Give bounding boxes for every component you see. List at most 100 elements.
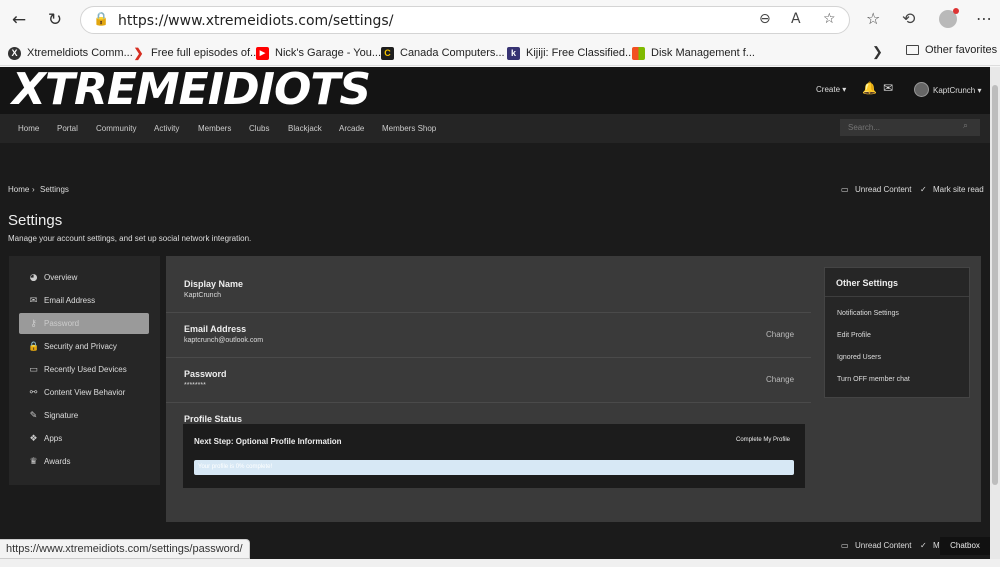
history-icon[interactable]: ⟲ [902, 9, 915, 28]
display-name-label: Display Name [184, 279, 244, 289]
profile-avatar[interactable] [939, 8, 959, 28]
complete-profile-button[interactable]: Complete My Profile [736, 437, 790, 443]
breadcrumb-current: Settings [40, 185, 69, 194]
display-name-value: KaptCrunch [184, 292, 221, 299]
envelope-icon: ✉ [29, 295, 38, 306]
nav-blackjack[interactable]: Blackjack [288, 124, 322, 133]
nav-home[interactable]: Home [18, 124, 39, 133]
nav-community[interactable]: Community [96, 124, 136, 133]
kijiji-icon: k [507, 46, 520, 60]
divider [825, 296, 969, 297]
sidebar-item-label: Overview [44, 273, 78, 282]
divider [166, 402, 811, 403]
change-password-link[interactable]: Change [766, 375, 794, 384]
url-text[interactable]: https://www.xtremeidiots.com/settings/ [118, 13, 393, 29]
page-title: Settings [8, 212, 63, 229]
youtube-icon: ▶ [256, 46, 269, 60]
favorites-icon[interactable]: ☆ [866, 9, 880, 28]
link-icon: ⚯ [29, 387, 38, 398]
lock-icon: 🔒 [93, 12, 110, 27]
arrow-icon: ❯ [133, 45, 144, 60]
sidebar-item-awards[interactable]: ♛ Awards [19, 451, 149, 472]
edit-profile-link[interactable]: Edit Profile [837, 332, 871, 339]
nav-arcade[interactable]: Arcade [339, 124, 364, 133]
lock-icon: 🔒 [28, 341, 40, 352]
bell-icon[interactable]: 🔔 [862, 81, 877, 95]
unread-content-link[interactable]: Unread Content [855, 185, 911, 194]
breadcrumb-home[interactable]: Home [8, 185, 29, 194]
trophy-icon: ♛ [29, 456, 38, 467]
nav-activity[interactable]: Activity [154, 124, 179, 133]
chatbox-button[interactable]: Chatbox [940, 537, 990, 555]
favorite-item[interactable]: X Xtremeldiots Comm... [8, 44, 133, 62]
profile-progress-bar: Your profile is 0% complete! [194, 460, 794, 475]
nav-portal[interactable]: Portal [57, 124, 78, 133]
user-menu[interactable]: KaptCrunch ▾ [933, 86, 981, 95]
chevron-right-icon[interactable]: ❯ [872, 44, 883, 60]
sidebar-item-password[interactable]: ⚷ Password [19, 313, 149, 334]
create-button[interactable]: Create ▾ [816, 85, 846, 94]
favorite-item[interactable]: ▶ Nick's Garage - You... [256, 44, 381, 62]
more-options-icon[interactable]: ⋯ [976, 9, 992, 28]
favorite-label: Disk Management f... [651, 47, 755, 59]
sidebar-item-apps[interactable]: ❖ Apps [19, 428, 149, 449]
progress-text: Your profile is 0% complete! [198, 464, 273, 470]
check-icon: ✓ [920, 541, 927, 550]
sidebar-item-security-privacy[interactable]: 🔒 Security and Privacy [19, 336, 149, 357]
sidebar-item-signature[interactable]: ✎ Signature [19, 405, 149, 426]
change-email-link[interactable]: Change [766, 330, 794, 339]
favorite-item[interactable]: k Kijiji: Free Classified... [507, 44, 634, 62]
search-input[interactable] [840, 119, 980, 136]
status-bar-url: https://www.xtremeidiots.com/settings/pa… [0, 539, 250, 559]
address-bar[interactable]: 🔒 https://www.xtremeidiots.com/settings/… [80, 6, 850, 34]
read-aloud-icon[interactable]: A [791, 11, 801, 27]
favorite-star-icon[interactable]: ☆ [823, 11, 836, 27]
dashboard-icon: ◕ [29, 272, 38, 283]
scrollbar-thumb[interactable] [992, 85, 998, 485]
favorite-item[interactable]: Disk Management f... [632, 44, 755, 62]
other-settings-panel: Other Settings Notification Settings Edi… [824, 267, 970, 398]
sidebar-item-label: Security and Privacy [44, 342, 117, 351]
email-value: kaptcrunch@outlook.com [184, 337, 264, 344]
favorite-label: Xtremeldiots Comm... [27, 47, 133, 59]
ignored-users-link[interactable]: Ignored Users [837, 354, 881, 361]
other-settings-title: Other Settings [836, 278, 899, 288]
password-label: Password [184, 369, 227, 379]
favorite-item[interactable]: C Canada Computers... [381, 44, 505, 62]
sidebar-item-label: Password [44, 319, 80, 328]
notification-settings-link[interactable]: Notification Settings [837, 310, 899, 317]
refresh-icon[interactable]: ↻ [44, 9, 66, 31]
sidebar-item-label: Apps [44, 434, 63, 443]
mark-site-read-link[interactable]: Mark site read [933, 185, 984, 194]
nav-members[interactable]: Members [198, 124, 231, 133]
laptop-icon: ▭ [29, 364, 38, 375]
search-icon[interactable]: ⌕ [963, 121, 968, 131]
other-favorites[interactable]: Other favorites [906, 44, 997, 56]
sidebar-item-recent-devices[interactable]: ▭ Recently Used Devices [19, 359, 149, 380]
sidebar-item-label: Email Address [44, 296, 96, 305]
site-logo[interactable]: XTREMEIDIOTS [12, 67, 371, 117]
page-scrollbar[interactable] [990, 67, 1000, 559]
footer-unread-content-link[interactable]: Unread Content [855, 541, 911, 550]
main-nav: Home Portal Community Activity Members C… [0, 114, 990, 143]
profile-status-heading: Profile Status [184, 414, 243, 424]
user-avatar[interactable] [914, 82, 929, 97]
back-icon[interactable]: ← [8, 9, 30, 31]
favorite-label: Nick's Garage - You... [275, 47, 382, 59]
nav-clubs[interactable]: Clubs [249, 124, 269, 133]
folder-icon [906, 45, 919, 55]
favorite-item[interactable]: ❯ Free full episodes of... [132, 44, 259, 62]
sidebar-item-overview[interactable]: ◕ Overview [19, 267, 149, 288]
turn-off-chat-link[interactable]: Turn OFF member chat [837, 376, 910, 383]
xi-icon: X [8, 46, 21, 60]
password-value: ******** [184, 382, 206, 389]
unread-icon: ▭ [841, 541, 849, 550]
sidebar-item-label: Signature [44, 411, 79, 420]
sidebar-item-email-address[interactable]: ✉ Email Address [19, 290, 149, 311]
nav-members-shop[interactable]: Members Shop [382, 124, 436, 133]
breadcrumb-separator: › [32, 185, 35, 194]
zoom-icon[interactable]: ⊖ [759, 11, 771, 27]
sidebar-item-content-view[interactable]: ⚯ Content View Behavior [19, 382, 149, 403]
web-page: XTREMEIDIOTS Create ▾ 🔔 ✉ KaptCrunch ▾ H… [0, 67, 990, 559]
envelope-icon[interactable]: ✉ [883, 81, 893, 95]
